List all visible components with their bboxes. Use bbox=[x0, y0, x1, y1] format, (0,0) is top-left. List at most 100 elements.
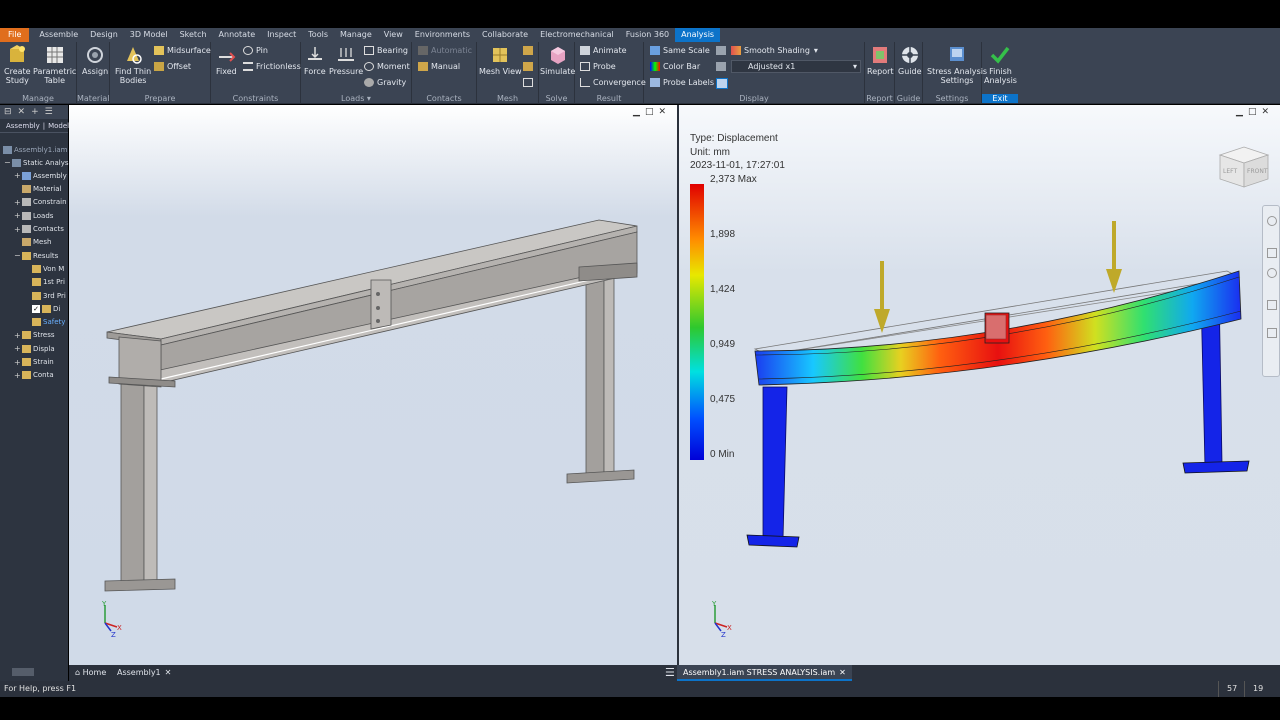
tree-item-contacts[interactable]: + Contacts bbox=[14, 224, 64, 235]
tree-item-displa[interactable]: + Displa bbox=[14, 343, 55, 354]
finish-analysis-button[interactable]: Finish Analysis bbox=[984, 45, 1017, 85]
probe-button[interactable]: Probe bbox=[580, 62, 616, 71]
expand-icon[interactable]: + bbox=[14, 211, 22, 220]
add-icon[interactable]: + bbox=[31, 107, 39, 117]
tree-root[interactable]: Assembly1.iam S bbox=[3, 144, 74, 155]
menu-tab-manage[interactable]: Manage bbox=[334, 28, 378, 42]
tree-item-static-analysi[interactable]: − Static Analysi bbox=[4, 157, 70, 168]
tab-assembly1[interactable]: Assembly1 ✕ bbox=[111, 665, 177, 681]
view-cube[interactable]: LEFT FRONT bbox=[1216, 143, 1272, 191]
expand-icon[interactable]: + bbox=[14, 225, 22, 234]
tree-item-strain[interactable]: + Strain bbox=[14, 357, 54, 368]
expand-icon[interactable]: + bbox=[14, 331, 22, 340]
offset-button[interactable]: Offset bbox=[154, 62, 191, 71]
adjusted-scale-select[interactable]: Adjusted x1 ▾ bbox=[731, 60, 861, 73]
menu-tab-analysis[interactable]: Analysis bbox=[675, 28, 721, 42]
viewport-stress-analysis[interactable]: ▁□✕ Type: Displacement Unit: mm 2023-11-… bbox=[679, 105, 1280, 665]
expand-icon[interactable]: + bbox=[14, 358, 22, 367]
menu-tab-3d-model[interactable]: 3D Model bbox=[124, 28, 174, 42]
animate-button[interactable]: Animate bbox=[580, 46, 627, 55]
collapse-icon[interactable]: − bbox=[14, 251, 22, 260]
collapse-icon[interactable]: − bbox=[4, 158, 12, 167]
gravity-button[interactable]: Gravity bbox=[364, 78, 406, 87]
color-bar-button[interactable]: Color Bar bbox=[650, 62, 700, 71]
mesh-settings-button[interactable] bbox=[523, 46, 536, 55]
find-thin-bodies-button[interactable]: Find Thin Bodies bbox=[115, 45, 151, 85]
menu-icon[interactable]: ☰ bbox=[45, 107, 53, 117]
mesh-view-button[interactable]: Mesh View bbox=[479, 45, 522, 76]
expand-icon[interactable]: + bbox=[14, 371, 22, 380]
expand-icon[interactable]: + bbox=[14, 344, 22, 353]
viewport-window-controls[interactable]: ▁□✕ bbox=[1236, 107, 1274, 117]
close-icon[interactable]: ✕ bbox=[18, 107, 26, 117]
tree-item-mesh[interactable]: Mesh bbox=[14, 237, 51, 248]
tab-stress-analysis[interactable]: Assembly1.iam STRESS ANALYSIS.iam ✕ bbox=[677, 665, 852, 681]
menu-tab-electromechanical[interactable]: Electromechanical bbox=[534, 28, 620, 42]
convergence-button[interactable]: Convergence bbox=[580, 78, 646, 87]
tree-item-results[interactable]: − Results bbox=[14, 250, 58, 261]
assign-button[interactable]: Assign bbox=[82, 45, 108, 76]
menu-tab-file[interactable]: File bbox=[0, 28, 30, 42]
stress-analysis-settings-button[interactable]: Stress Analysis Settings bbox=[927, 45, 987, 85]
tree-item-safety[interactable]: Safety bbox=[24, 317, 65, 328]
menu-tab-collaborate[interactable]: Collaborate bbox=[476, 28, 534, 42]
create-study-button[interactable]: Create Study bbox=[4, 45, 31, 85]
browser-tab-assembly[interactable]: Assembly bbox=[6, 122, 40, 130]
fixed-button[interactable]: Fixed bbox=[216, 45, 237, 76]
close-icon[interactable]: ✕ bbox=[165, 668, 172, 677]
pressure-button[interactable]: Pressure bbox=[329, 45, 363, 76]
smooth-shading-dropdown[interactable]: Smooth Shading ▾ bbox=[731, 46, 818, 55]
steering-wheel-icon[interactable] bbox=[1267, 216, 1277, 226]
expand-icon[interactable]: + bbox=[14, 171, 22, 180]
pin-button[interactable]: Pin bbox=[243, 46, 268, 55]
look-at-icon[interactable] bbox=[1267, 328, 1277, 338]
midsurface-button[interactable]: Midsurface bbox=[154, 46, 211, 55]
tree-item-stress[interactable]: + Stress bbox=[14, 330, 55, 341]
menu-tab-inspect[interactable]: Inspect bbox=[261, 28, 302, 42]
menu-tab-assemble[interactable]: Assemble bbox=[33, 28, 84, 42]
convergence-settings-button[interactable] bbox=[523, 78, 536, 87]
menu-tab-tools[interactable]: Tools bbox=[302, 28, 334, 42]
panel-label-loads[interactable]: Loads ▾ bbox=[301, 94, 411, 103]
tree-item-1st-pri[interactable]: 1st Pri bbox=[24, 277, 65, 288]
tree-item-constrain[interactable]: + Constrain bbox=[14, 197, 67, 208]
zoom-icon[interactable] bbox=[1267, 268, 1277, 278]
moment-button[interactable]: Moment bbox=[364, 62, 410, 71]
simulate-button[interactable]: Simulate bbox=[540, 45, 575, 76]
result-checkbox[interactable]: ✓ bbox=[32, 304, 40, 313]
close-icon[interactable]: ✕ bbox=[839, 668, 846, 677]
tree-item-conta[interactable]: + Conta bbox=[14, 370, 54, 381]
browser-scrollbar[interactable] bbox=[12, 668, 34, 676]
show-min-max-button[interactable] bbox=[716, 78, 728, 89]
frictionless-button[interactable]: Frictionless bbox=[243, 62, 301, 71]
tree-item-3rd-pri[interactable]: 3rd Pri bbox=[24, 290, 66, 301]
viewport-window-controls[interactable]: ▁□✕ bbox=[633, 107, 671, 117]
guide-button[interactable]: Guide bbox=[898, 45, 922, 76]
report-button[interactable]: Report bbox=[867, 45, 894, 76]
local-mesh-button[interactable] bbox=[523, 62, 536, 71]
filter-icon[interactable]: ⊟ bbox=[4, 107, 12, 117]
menu-tab-view[interactable]: View bbox=[378, 28, 409, 42]
menu-tab-fusion-360[interactable]: Fusion 360 bbox=[620, 28, 675, 42]
tree-item-von-m[interactable]: Von M bbox=[24, 263, 64, 274]
menu-tab-annotate[interactable]: Annotate bbox=[213, 28, 262, 42]
pan-icon[interactable] bbox=[1267, 248, 1277, 258]
manual-button[interactable]: Manual bbox=[418, 62, 460, 71]
boundary-conditions-button[interactable] bbox=[716, 46, 729, 55]
menu-tab-environments[interactable]: Environments bbox=[409, 28, 476, 42]
viewport-model[interactable]: ▁□✕ Y X Z bbox=[69, 105, 677, 665]
displacement-display-button[interactable] bbox=[716, 62, 729, 71]
tree-item-material[interactable]: Material bbox=[14, 184, 61, 195]
menu-tab-sketch[interactable]: Sketch bbox=[174, 28, 213, 42]
menu-tab-design[interactable]: Design bbox=[84, 28, 124, 42]
orbit-icon[interactable] bbox=[1267, 300, 1277, 310]
tree-item-assembly[interactable]: + Assembly bbox=[14, 170, 67, 181]
tab-home[interactable]: ⌂ Home bbox=[69, 665, 112, 681]
expand-icon[interactable]: + bbox=[14, 198, 22, 207]
bearing-button[interactable]: Bearing bbox=[364, 46, 408, 55]
automatic-button[interactable]: Automatic bbox=[418, 46, 472, 55]
tree-item-loads[interactable]: + Loads bbox=[14, 210, 53, 221]
parametric-table-button[interactable]: Parametric Table bbox=[33, 45, 76, 85]
probe-labels-button[interactable]: Probe Labels bbox=[650, 78, 714, 87]
tree-item-di[interactable]: ✓ Di bbox=[24, 303, 60, 314]
